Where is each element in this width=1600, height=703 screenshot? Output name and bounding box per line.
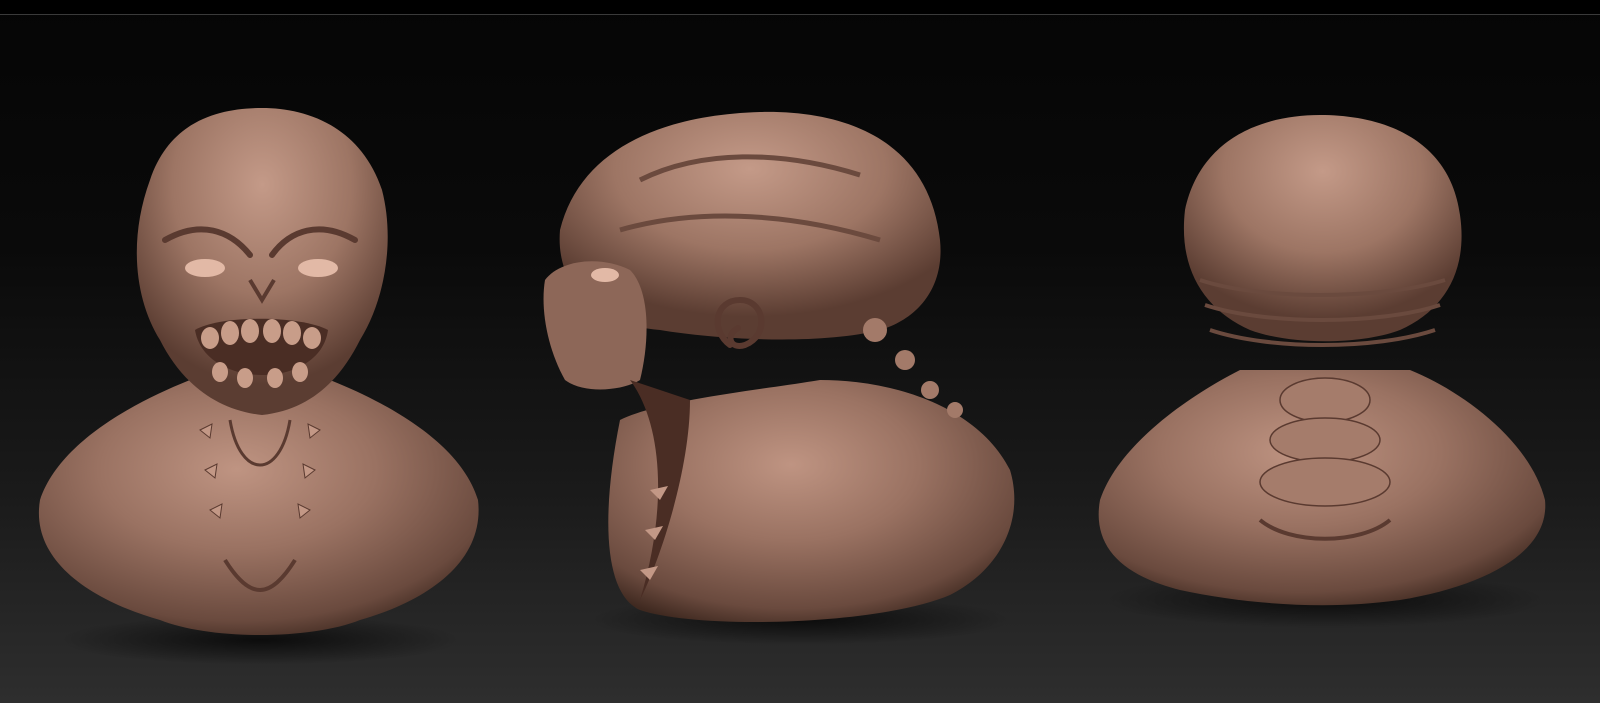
bust-side-view [543, 111, 1015, 645]
bust-front-view [38, 108, 479, 665]
render-viewport[interactable] [0, 0, 1600, 703]
bust-back-view [1098, 115, 1546, 628]
sculpt-render-scene [38, 108, 1546, 665]
